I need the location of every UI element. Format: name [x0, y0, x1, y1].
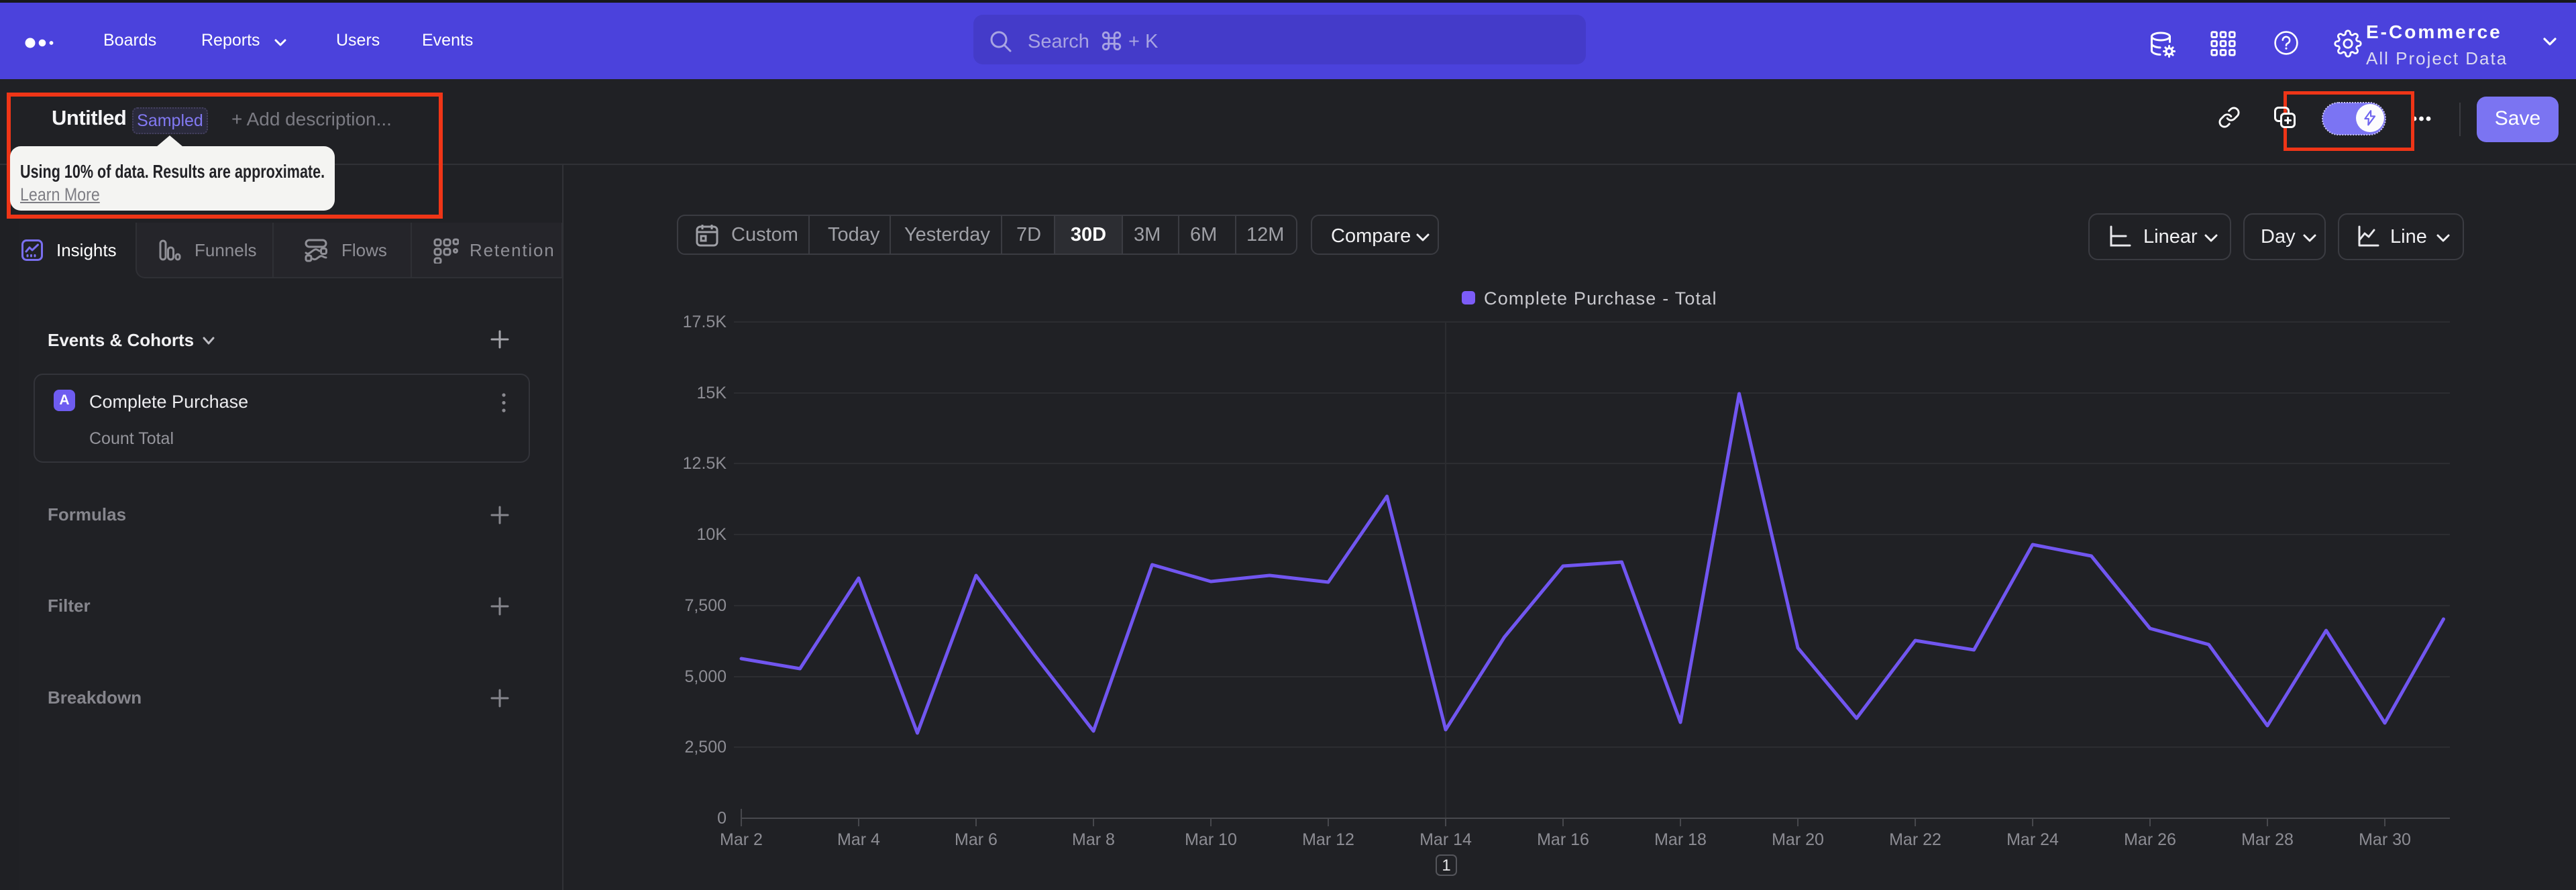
svg-text:5,000: 5,000: [684, 667, 727, 686]
svg-text:2,500: 2,500: [684, 738, 727, 757]
svg-text:Mar 4: Mar 4: [837, 830, 880, 849]
svg-text:10K: 10K: [697, 525, 727, 544]
svg-text:Mar 18: Mar 18: [1654, 830, 1707, 849]
svg-text:Mar 16: Mar 16: [1537, 830, 1589, 849]
svg-text:Mar 30: Mar 30: [2359, 830, 2411, 849]
svg-text:Mar 22: Mar 22: [1889, 830, 1941, 849]
svg-text:0: 0: [717, 809, 727, 828]
svg-text:15K: 15K: [697, 384, 727, 402]
svg-text:17.5K: 17.5K: [683, 313, 727, 331]
svg-text:Mar 6: Mar 6: [955, 830, 998, 849]
svg-text:Mar 26: Mar 26: [2124, 830, 2176, 849]
svg-text:Mar 10: Mar 10: [1185, 830, 1237, 849]
svg-text:Mar 20: Mar 20: [1772, 830, 1824, 849]
svg-text:Mar 28: Mar 28: [2241, 830, 2294, 849]
svg-text:Mar 2: Mar 2: [720, 830, 763, 849]
svg-text:7,500: 7,500: [684, 596, 727, 615]
svg-text:Mar 24: Mar 24: [2006, 830, 2059, 849]
svg-text:Mar 8: Mar 8: [1072, 830, 1115, 849]
svg-text:Mar 12: Mar 12: [1302, 830, 1354, 849]
svg-text:Mar 14: Mar 14: [1419, 830, 1472, 849]
svg-text:12.5K: 12.5K: [683, 454, 727, 473]
